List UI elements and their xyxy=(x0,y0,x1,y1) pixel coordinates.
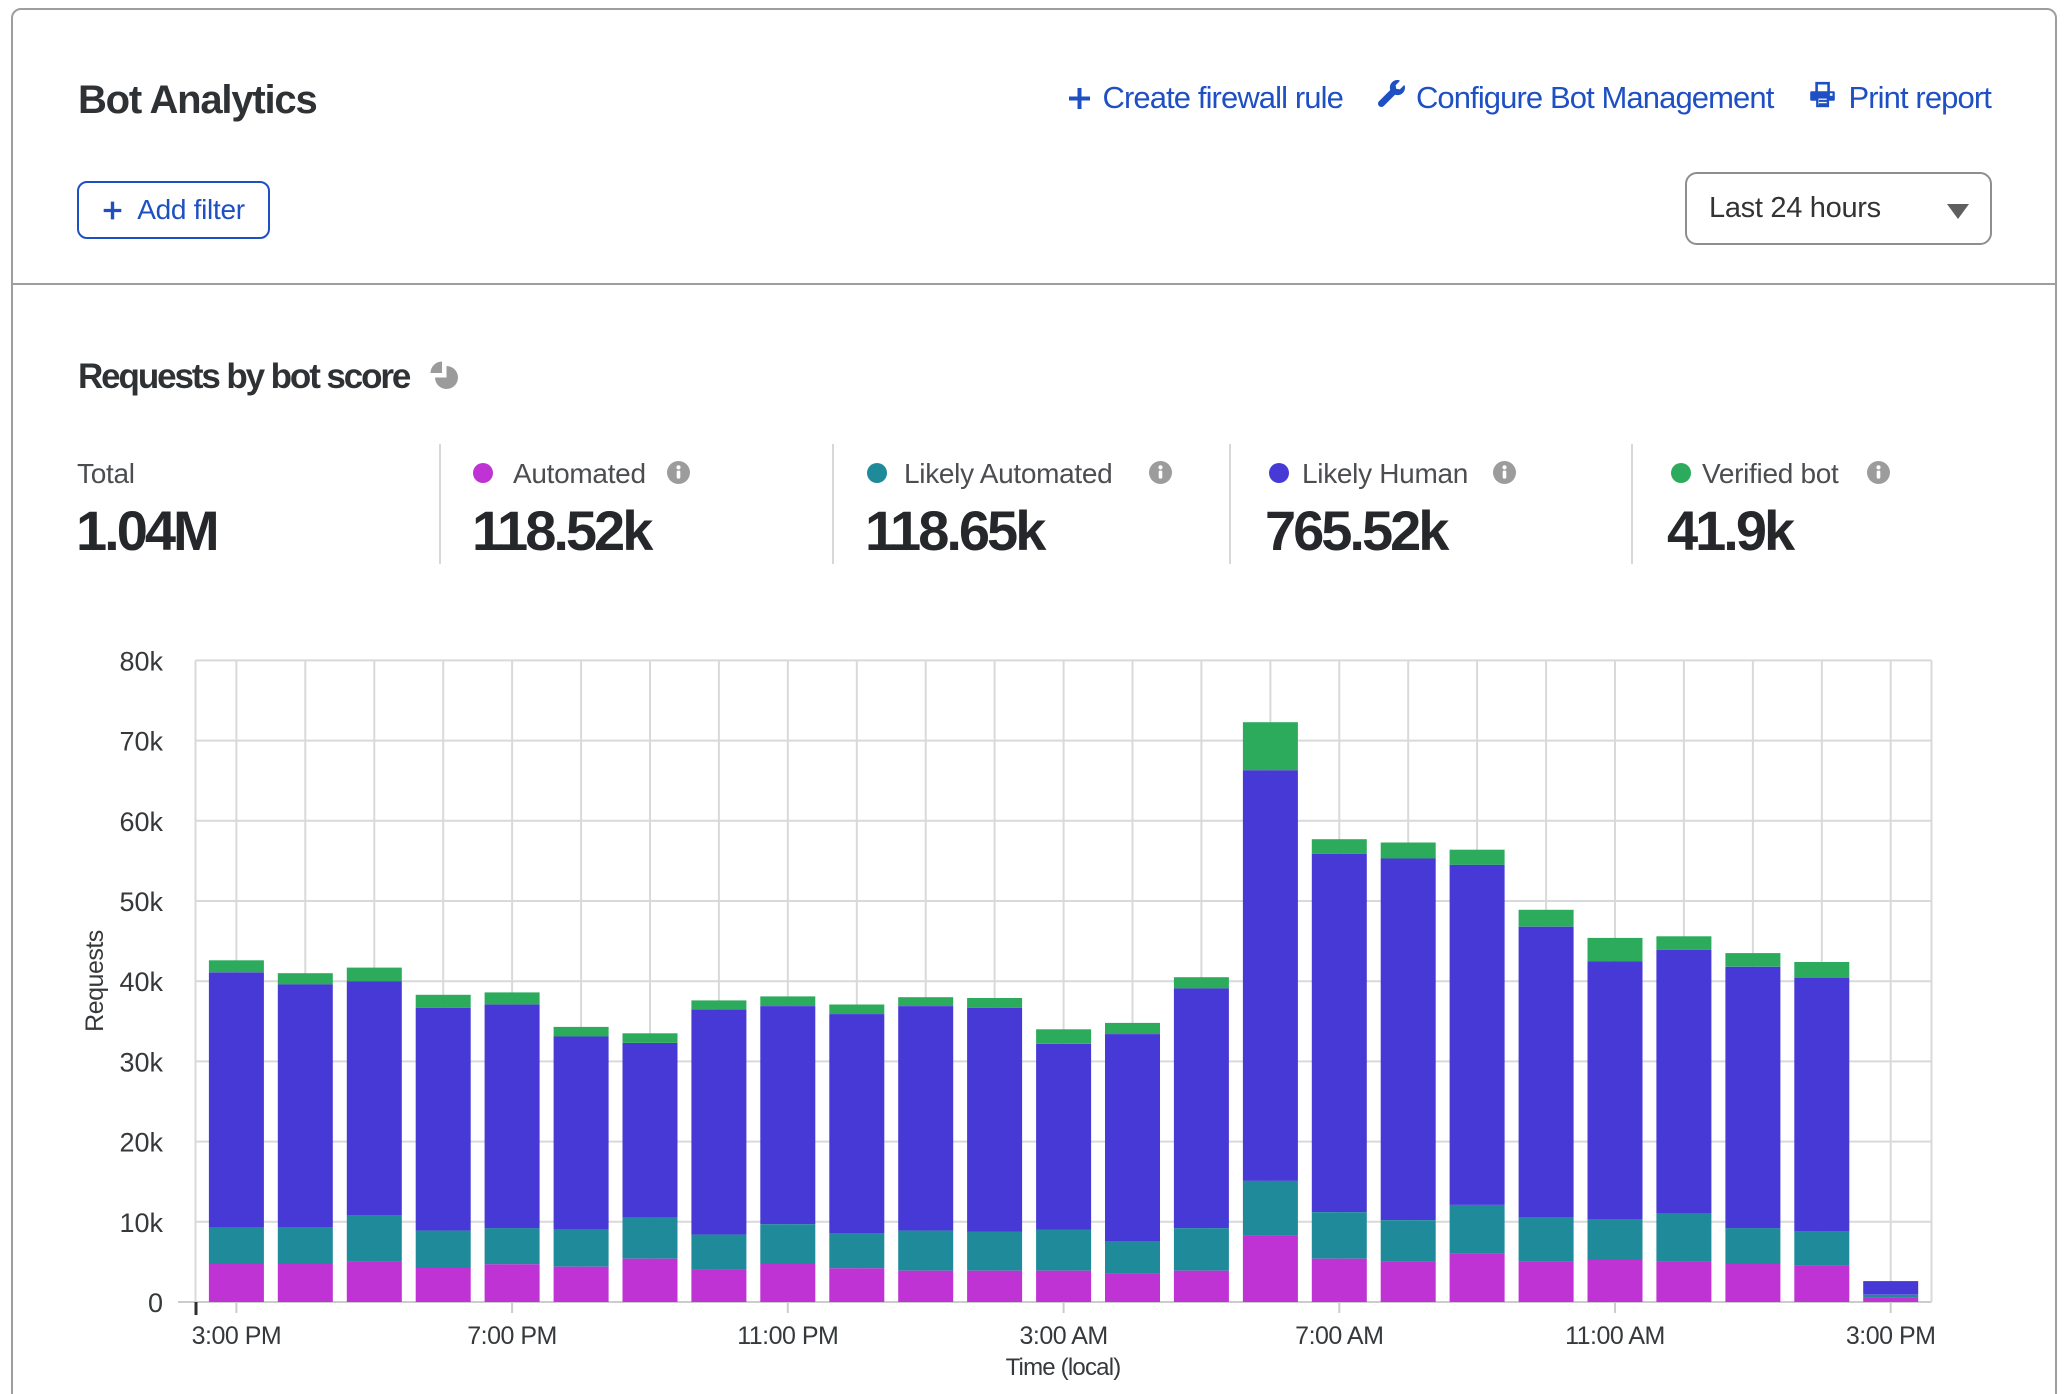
svg-text:70k: 70k xyxy=(119,727,163,757)
svg-text:Requests: Requests xyxy=(81,930,109,1032)
svg-text:30k: 30k xyxy=(119,1047,163,1077)
svg-text:10k: 10k xyxy=(119,1208,163,1238)
svg-text:7:00 PM: 7:00 PM xyxy=(467,1322,557,1350)
svg-text:80k: 80k xyxy=(119,646,163,676)
svg-text:3:00 PM: 3:00 PM xyxy=(1846,1322,1936,1350)
svg-text:50k: 50k xyxy=(119,887,163,917)
svg-text:11:00 AM: 11:00 AM xyxy=(1565,1322,1665,1350)
svg-text:40k: 40k xyxy=(119,967,163,997)
svg-text:3:00 PM: 3:00 PM xyxy=(192,1322,282,1350)
svg-text:Time (local): Time (local) xyxy=(1006,1354,1121,1381)
svg-text:7:00 AM: 7:00 AM xyxy=(1295,1322,1383,1350)
svg-text:20k: 20k xyxy=(119,1128,163,1158)
svg-text:3:00 AM: 3:00 AM xyxy=(1019,1322,1107,1350)
svg-text:60k: 60k xyxy=(119,807,163,837)
svg-text:11:00 PM: 11:00 PM xyxy=(737,1322,838,1350)
svg-text:0: 0 xyxy=(148,1288,163,1318)
